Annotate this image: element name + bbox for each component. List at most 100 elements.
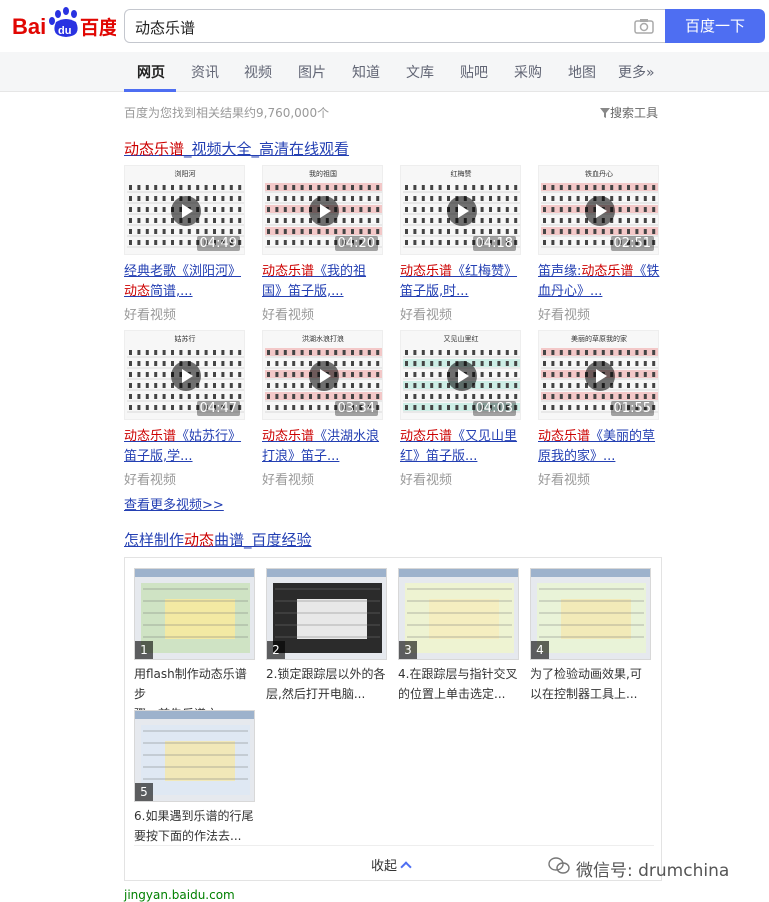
- video-duration: 04:20: [334, 236, 378, 251]
- tab-images[interactable]: 图片: [298, 62, 326, 82]
- video-caption-link[interactable]: 动态乐谱《我的祖 国》笛子版,...: [262, 262, 384, 302]
- video-thumbnail[interactable]: 我的祖国 04:20: [262, 165, 383, 255]
- result-stats: 百度为您找到相关结果约9,760,000个: [124, 106, 330, 120]
- caption-line1: 《姑苏行》: [176, 429, 242, 444]
- thumb-title: 洪湖水浪打浪: [302, 334, 344, 343]
- play-icon: [309, 361, 339, 391]
- step-number: 3: [399, 641, 417, 659]
- software-screenshot: [267, 569, 386, 659]
- caption-line1: 《美丽的草: [590, 429, 656, 444]
- step-number: 2: [267, 641, 285, 659]
- video-caption-link[interactable]: 动态乐谱《红梅赞》 笛子版,时...: [400, 262, 522, 302]
- search-tabs: 网页 资讯 视频 图片 知道 文库 贴吧 采购 地图 更多»: [0, 52, 769, 92]
- video-duration: 04:47: [196, 401, 240, 416]
- tab-more[interactable]: 更多»: [618, 62, 655, 82]
- step-caption[interactable]: 为了检验动画效果,可 以在控制器工具上...: [530, 664, 654, 704]
- step-thumbnail[interactable]: 2: [266, 568, 387, 660]
- video-caption-link[interactable]: 动态乐谱《洪湖水浪 打浪》笛子...: [262, 427, 384, 467]
- step-thumbnail[interactable]: 5: [134, 710, 255, 802]
- tab-web[interactable]: 网页: [137, 62, 165, 82]
- caption-prefix: 笛声缘:: [538, 264, 582, 279]
- camera-icon[interactable]: [634, 18, 654, 34]
- chevron-up-icon: [400, 861, 412, 873]
- video-thumbnail[interactable]: 洪湖水浪打浪 03:34: [262, 330, 383, 420]
- caption-line2: 血丹心》...: [538, 284, 603, 299]
- thumb-title: 浏阳河: [175, 169, 196, 178]
- step-caption-line1: 为了检验动画效果,可: [530, 667, 642, 681]
- play-icon: [447, 361, 477, 391]
- tab-news[interactable]: 资讯: [191, 62, 219, 82]
- caption-line1: 《铁: [633, 264, 660, 279]
- video-source: 好看视频: [262, 308, 315, 323]
- caption-line2: 笛子版,学...: [124, 449, 193, 464]
- tab-zhidao[interactable]: 知道: [352, 62, 380, 82]
- video-thumbnail[interactable]: 姑苏行 04:47: [124, 330, 245, 420]
- jingyan-result-title[interactable]: 怎样制作动态曲谱_百度经验: [124, 529, 312, 550]
- step-caption-line2: 层,然后打开电脑...: [266, 687, 366, 701]
- video-thumbnail[interactable]: 浏阳河 04:49: [124, 165, 245, 255]
- step-thumbnail[interactable]: 3: [398, 568, 519, 660]
- caption-line2: 红》笛子版...: [400, 449, 478, 464]
- video-thumbnail[interactable]: 又见山里红 04:03: [400, 330, 521, 420]
- caption-line2: 笛子版,时...: [400, 284, 469, 299]
- step-thumbnail[interactable]: 1: [134, 568, 255, 660]
- caption-highlight: 动态乐谱: [262, 264, 315, 279]
- thumb-title: 又见山里红: [444, 334, 479, 343]
- video-source: 好看视频: [400, 308, 453, 323]
- title-rest: 曲谱_百度经验: [214, 531, 312, 549]
- logo-baidu-cn: 百度: [80, 16, 116, 39]
- active-tab-indicator: [124, 89, 176, 92]
- caption-line2: 简谱,...: [150, 284, 193, 299]
- caption-line1: 经典老歌《浏阳河》: [124, 264, 242, 279]
- software-screenshot: [135, 711, 254, 801]
- step-caption-line2: 要按下面的作法去...: [134, 829, 242, 843]
- step-caption[interactable]: 4.在跟踪层与指针交叉 的位置上单击选定...: [398, 664, 522, 704]
- thumb-title: 姑苏行: [175, 334, 196, 343]
- tab-video[interactable]: 视频: [244, 62, 272, 82]
- search-tools-button[interactable]: 搜索工具: [600, 104, 658, 121]
- video-caption-link[interactable]: 笛声缘:动态乐谱《铁血丹心》...: [538, 262, 660, 302]
- step-caption[interactable]: 2.锁定跟踪层以外的各 层,然后打开电脑...: [266, 664, 390, 704]
- tab-purchase[interactable]: 采购: [514, 62, 542, 82]
- video-caption-link[interactable]: 经典老歌《浏阳河》 动态简谱,...: [124, 262, 246, 302]
- video-caption-link[interactable]: 动态乐谱《美丽的草 原我的家》...: [538, 427, 660, 467]
- video-source: 好看视频: [400, 473, 453, 488]
- thumb-title: 美丽的草原我的家: [571, 334, 627, 343]
- collapse-label: 收起: [371, 859, 398, 874]
- tab-wenku[interactable]: 文库: [406, 62, 434, 82]
- caption-highlight-2: 动态: [124, 284, 151, 299]
- caption-line2: 打浪》笛子...: [262, 449, 340, 464]
- step-caption-line1: 6.如果遇到乐谱的行尾: [134, 809, 254, 823]
- video-source: 好看视频: [262, 473, 315, 488]
- step-caption[interactable]: 6.如果遇到乐谱的行尾 要按下面的作法去...: [134, 806, 258, 846]
- thumb-title: 红梅赞: [451, 169, 472, 178]
- video-thumbnail[interactable]: 美丽的草原我的家 01:55: [538, 330, 659, 420]
- video-caption-link[interactable]: 动态乐谱《姑苏行》 笛子版,学...: [124, 427, 246, 467]
- video-duration: 04:18: [472, 236, 516, 251]
- step-caption-line2: 以在控制器工具上...: [530, 687, 638, 701]
- video-source: 好看视频: [538, 308, 591, 323]
- search-button[interactable]: 百度一下: [665, 9, 765, 43]
- software-screenshot: [531, 569, 650, 659]
- video-duration: 04:49: [196, 236, 240, 251]
- tab-map[interactable]: 地图: [568, 62, 596, 82]
- logo-bai: Bai: [12, 14, 46, 39]
- search-query[interactable]: 动态乐谱: [135, 17, 195, 38]
- caption-highlight: 动态乐谱: [581, 264, 634, 279]
- video-thumbnail[interactable]: 铁血丹心 02:51: [538, 165, 659, 255]
- video-source: 好看视频: [124, 308, 177, 323]
- more-videos-link[interactable]: 查看更多视频>>: [124, 494, 224, 513]
- video-thumbnail[interactable]: 红梅赞 04:18: [400, 165, 521, 255]
- search-input[interactable]: 动态乐谱: [124, 9, 666, 43]
- collapse-button[interactable]: 收起: [371, 855, 412, 874]
- play-icon: [585, 361, 615, 391]
- tab-tieba[interactable]: 贴吧: [460, 62, 488, 82]
- video-source: 好看视频: [538, 473, 591, 488]
- video-caption-link[interactable]: 动态乐谱《又见山里 红》笛子版...: [400, 427, 522, 467]
- baidu-logo[interactable]: Bai du 百度: [12, 6, 119, 42]
- search-tools-label: 搜索工具: [610, 106, 659, 120]
- step-thumbnail[interactable]: 4: [530, 568, 651, 660]
- video-result-title[interactable]: 动态乐谱_视频大全_高清在线观看: [124, 138, 349, 159]
- play-icon: [447, 196, 477, 226]
- title-pre: 怎样制作: [124, 531, 185, 549]
